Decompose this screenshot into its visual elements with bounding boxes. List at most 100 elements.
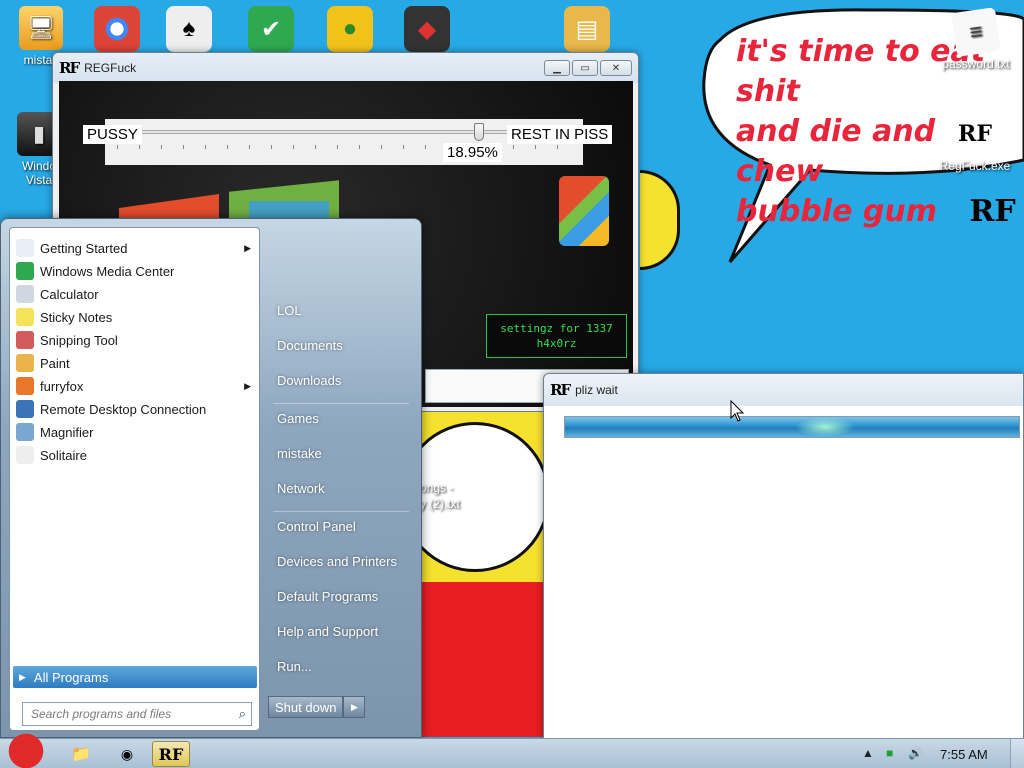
user-folder-icon: 🖥 — [19, 6, 63, 50]
program-label: Windows Media Center — [40, 263, 175, 279]
cartoon-head — [640, 170, 680, 270]
cartoon-red-shirt — [420, 582, 550, 737]
paint-icon — [16, 354, 34, 372]
submenu-arrow-icon: ▶ — [244, 242, 251, 253]
winrar-icon[interactable]: ◆ — [404, 6, 450, 52]
program-item[interactable]: Paint — [13, 352, 257, 374]
start-link[interactable]: Run... — [269, 652, 415, 680]
program-item[interactable]: Remote Desktop Connection — [13, 398, 257, 420]
start-link[interactable]: mistake — [269, 439, 415, 467]
program-item[interactable]: Getting Started ▶ — [13, 237, 257, 259]
taskbar: 📁 ◉ RF ▲ ■ 🔊 7:55 AM — [0, 729, 1024, 768]
maximize-button[interactable]: ▭ — [572, 60, 598, 76]
shutdown-options-arrow-icon[interactable]: ▶ — [343, 696, 366, 718]
program-item[interactable]: furryfox ▶ — [13, 375, 257, 397]
desktop-icon-label: password.txt — [942, 57, 1010, 71]
desktop-icon-password[interactable]: ≡ password.txt — [936, 7, 1016, 71]
start-link[interactable]: LOL — [269, 296, 415, 324]
triangle-right-icon: ▶ — [19, 671, 26, 682]
slider-min-label: PUSSY — [83, 125, 142, 144]
start-link[interactable]: Help and Support — [269, 617, 415, 645]
sticky-notes-icon — [16, 308, 34, 326]
mouse-cursor-icon — [730, 400, 745, 422]
rf-app-icon: RF — [958, 121, 992, 147]
search-placeholder: Search programs and files — [31, 707, 172, 721]
program-item[interactable]: Sticky Notes — [13, 306, 257, 328]
action-center-icon[interactable]: ■ — [886, 746, 893, 760]
rf-logo-icon: RF — [550, 381, 571, 399]
slider-ticks — [117, 145, 571, 149]
program-label: Remote Desktop Connection — [40, 401, 207, 417]
search-icon[interactable]: ⌕ — [239, 706, 246, 722]
explorer-icon[interactable]: 📁 — [62, 741, 100, 767]
bad-piggies-icon[interactable]: ● — [327, 6, 373, 52]
program-label: Sticky Notes — [40, 309, 113, 325]
firefox-icon — [16, 377, 34, 395]
solitaire-icon — [16, 446, 34, 464]
desktop-icon-label: RegFuck.exe — [939, 159, 1011, 173]
regfuck-titlebar[interactable]: RF REGFuck ▁ ▭ ✕ — [53, 53, 638, 83]
slider-track[interactable] — [113, 130, 575, 134]
program-label: furryfox — [40, 378, 84, 394]
shutdown-button[interactable]: Shut down — [268, 696, 344, 718]
program-item[interactable]: Windows Media Center — [13, 260, 257, 282]
program-label: Magnifier — [40, 424, 94, 440]
settings-button[interactable]: settingz for 1337 h4x0rz — [486, 314, 627, 358]
slider-max-label: REST IN PISS — [507, 125, 613, 144]
window-title: pliz wait — [575, 383, 618, 397]
window-title: REGFuck — [84, 61, 137, 75]
pliz-wait-titlebar[interactable]: RF pliz wait — [544, 374, 1023, 406]
file-label-line-2: y (2).txt — [420, 497, 461, 511]
start-link[interactable]: Devices and Printers — [269, 547, 415, 575]
start-link[interactable]: Downloads — [269, 366, 415, 394]
angry-bird-start-icon[interactable] — [4, 729, 48, 768]
minimize-button[interactable]: ▁ — [544, 60, 570, 76]
text-file-icon: ≡ — [951, 7, 1001, 57]
program-item[interactable]: Calculator — [13, 283, 257, 305]
media-center-icon — [16, 262, 34, 280]
chrome-icon[interactable] — [94, 6, 140, 52]
start-link[interactable]: Control Panel — [269, 512, 415, 540]
slider-thumb[interactable] — [474, 123, 484, 141]
all-programs-button[interactable]: ▶ All Programs — [13, 666, 257, 688]
program-label: Calculator — [40, 286, 99, 302]
program-label: Paint — [40, 355, 70, 371]
program-label: Snipping Tool — [40, 332, 118, 348]
start-link[interactable]: Documents — [269, 331, 415, 359]
close-button[interactable]: ✕ — [600, 60, 632, 76]
start-search-input[interactable]: Search programs and files ⌕ — [22, 702, 252, 726]
solitaire-icon[interactable]: ♠ — [166, 6, 212, 52]
rf-app-icon[interactable]: RF — [152, 741, 190, 767]
volume-icon[interactable]: 🔊 — [908, 746, 923, 760]
submenu-arrow-icon: ▶ — [244, 380, 251, 391]
bubble-line-3: bubble gum — [736, 194, 937, 229]
slider-value-label: 18.95% — [443, 143, 502, 162]
rf-logo-icon: RF — [59, 59, 80, 77]
tray-expand-icon[interactable]: ▲ — [862, 746, 874, 760]
bubble-signature: RF — [969, 194, 1016, 229]
settings-line-1: settingz for 1337 — [500, 322, 613, 335]
security-shield-icon[interactable]: ✔ — [248, 6, 294, 52]
program-item[interactable]: Solitaire — [13, 444, 257, 466]
shutdown-group: Shut down ▶ — [268, 696, 366, 718]
start-link[interactable]: Network — [269, 474, 415, 502]
chrome-icon[interactable]: ◉ — [108, 741, 146, 767]
progress-fill — [565, 417, 1019, 437]
show-desktop-button[interactable] — [1010, 739, 1024, 768]
calculator-icon — [16, 285, 34, 303]
file-label-line-1: ongs - — [420, 481, 454, 495]
desktop-file-label[interactable]: ongs - y (2).txt — [420, 480, 460, 512]
pliz-wait-window[interactable]: RF pliz wait — [543, 373, 1024, 739]
clock[interactable]: 7:55 AM — [940, 747, 988, 762]
remote-desktop-icon — [16, 400, 34, 418]
snipping-tool-icon — [16, 331, 34, 349]
start-menu: Getting Started ▶ Windows Media Center Calc… — [0, 218, 422, 738]
start-link[interactable]: Default Programs — [269, 582, 415, 610]
desktop-icon-regfuck[interactable]: RF RegFuck.exe — [934, 112, 1016, 173]
documents-icon[interactable]: ▤ — [564, 6, 610, 52]
program-item[interactable]: Magnifier — [13, 421, 257, 443]
progress-bar — [564, 416, 1020, 438]
start-link[interactable]: Games — [269, 404, 415, 432]
program-item[interactable]: Snipping Tool — [13, 329, 257, 351]
program-label: Solitaire — [40, 447, 87, 463]
